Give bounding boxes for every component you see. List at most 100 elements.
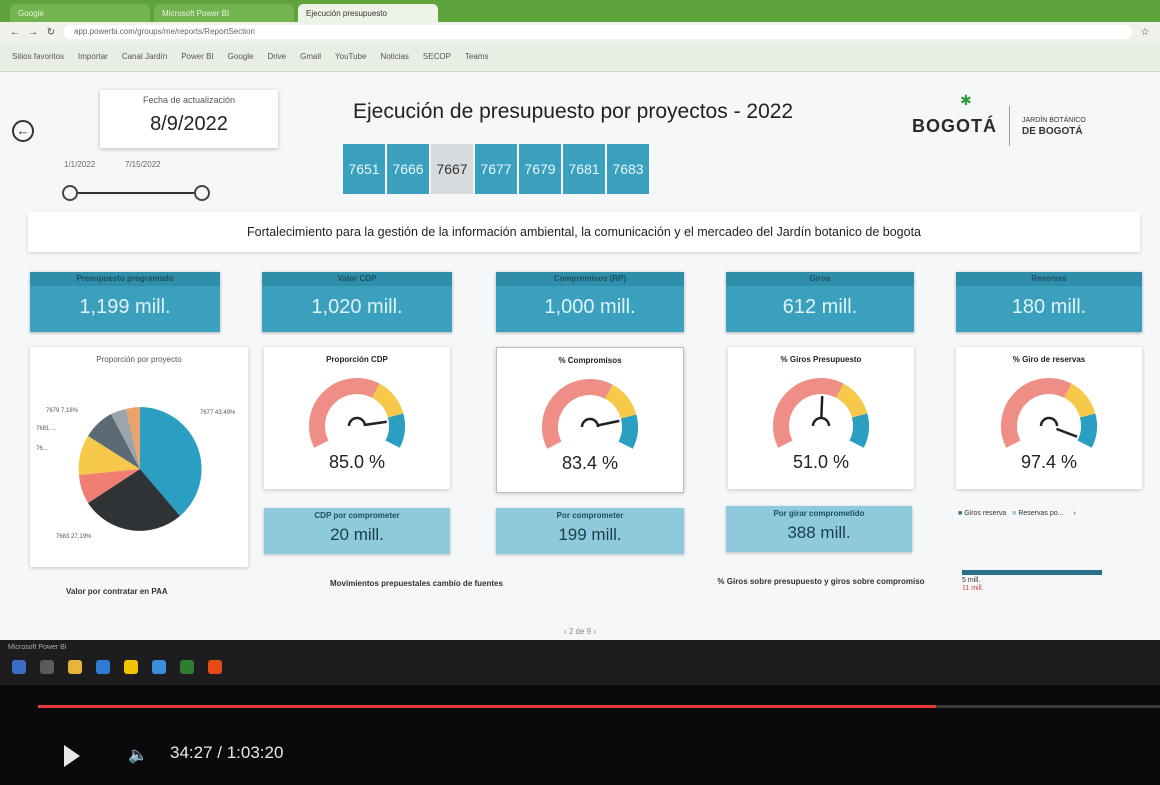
- gauge-hub: [1039, 416, 1059, 427]
- excel-icon[interactable]: [180, 660, 194, 674]
- bookmark[interactable]: Noticias: [380, 52, 408, 61]
- date-slider-track[interactable]: [70, 192, 202, 194]
- address-bar-row: ← → ↻ app.powerbi.com/groups/me/reports/…: [0, 22, 1160, 42]
- kpi-label: Por girar comprometido: [773, 509, 865, 518]
- project-code-button[interactable]: 7679: [519, 144, 561, 194]
- bookmark[interactable]: Importar: [78, 52, 108, 61]
- windows-start-icon[interactable]: [12, 660, 26, 674]
- kpi-value: 1,199 mill.: [79, 296, 171, 318]
- gauge-band: [604, 384, 637, 420]
- logo-word: BOGOTÁ: [912, 115, 997, 136]
- gauge-band: [835, 383, 868, 419]
- outlook-icon[interactable]: [152, 660, 166, 674]
- more-arrow-icon[interactable]: ›: [1073, 510, 1075, 517]
- window-title: Microsoft Power BI: [8, 644, 67, 651]
- page-navigator[interactable]: ‹ 2 de 9 ›: [0, 627, 1160, 636]
- forward-arrow-icon[interactable]: →: [28, 27, 38, 38]
- search-icon[interactable]: [40, 660, 54, 674]
- gauge-band: [1001, 378, 1072, 448]
- reserve-bar[interactable]: [962, 570, 1102, 575]
- gauge-needle: [1056, 427, 1078, 438]
- update-date-value: 8/9/2022: [150, 113, 228, 135]
- gauge-band: [618, 414, 638, 449]
- section-label: Movimientos prepuestales cambio de fuent…: [330, 579, 503, 588]
- bookmark[interactable]: Gmail: [300, 52, 321, 61]
- bookmark[interactable]: Teams: [465, 52, 489, 61]
- volume-icon[interactable]: 🔈: [128, 745, 148, 765]
- url-field[interactable]: app.powerbi.com/groups/me/reports/Report…: [64, 25, 1132, 39]
- pie-chart-title: Proporción por proyecto: [96, 355, 182, 364]
- browser-tab[interactable]: Microsoft Power BI: [154, 4, 294, 22]
- reload-icon[interactable]: ↻: [46, 27, 56, 38]
- date-slider-start-handle[interactable]: [62, 185, 78, 201]
- gauge-title: % Compromisos: [558, 356, 622, 365]
- back-arrow-icon: ←: [16, 123, 30, 138]
- update-date-label: Fecha de actualización: [142, 95, 236, 105]
- pie-chart[interactable]: 7679 7,18% 7677 43,49% 7681 ... 76... 76…: [30, 364, 248, 554]
- kpi-label: Giros: [726, 272, 914, 286]
- chrome-icon[interactable]: [208, 660, 222, 674]
- kpi-label: Presupuesto programado: [30, 272, 220, 286]
- gauge-chart[interactable]: [956, 364, 1142, 452]
- pie-label: 7679 7,18%: [46, 408, 79, 414]
- gauge-chart[interactable]: [497, 365, 683, 453]
- project-code-button[interactable]: 7651: [343, 144, 385, 194]
- browser-tab[interactable]: Google: [10, 4, 150, 22]
- project-code-button-selected[interactable]: 7667: [431, 144, 473, 194]
- back-button[interactable]: ←: [12, 120, 34, 142]
- bookmark[interactable]: SECOP: [423, 52, 451, 61]
- update-date-card: Fecha de actualización 8/9/2022: [100, 90, 278, 148]
- section-label: Valor por contratar en PAA: [66, 587, 168, 596]
- project-code-button[interactable]: 7681: [563, 144, 605, 194]
- slider-start-date: 1/1/2022: [64, 160, 96, 169]
- video-progress-track[interactable]: [38, 705, 1160, 708]
- gauge-band: [1063, 383, 1096, 419]
- kpi-label: Compromisos (RP): [496, 272, 684, 286]
- kpi-presupuesto: Presupuesto programado 1,199 mill.: [30, 272, 220, 332]
- star-icon[interactable]: ☆: [1140, 27, 1150, 38]
- date-slider-end-handle[interactable]: [194, 185, 210, 201]
- bookmark[interactable]: Power BI: [181, 52, 213, 61]
- project-code-button[interactable]: 7677: [475, 144, 517, 194]
- kpi-valor-cdp: Valor CDP 1,020 mill.: [262, 272, 452, 332]
- kpi-value: 1,000 mill.: [544, 296, 636, 318]
- kpi-label: Reservas: [956, 272, 1142, 286]
- gauge-card-compromisos: % Compromisos 83.4 %: [496, 347, 684, 493]
- gauge-band: [1077, 413, 1097, 448]
- kpi-label: Valor CDP: [262, 272, 452, 286]
- gauge-band: [773, 378, 844, 448]
- gauge-chart[interactable]: [264, 364, 450, 452]
- gauge-chart[interactable]: [728, 364, 914, 452]
- section-label: % Giros sobre presupuesto y giros sobre …: [717, 577, 925, 586]
- bookmark[interactable]: Drive: [267, 52, 286, 61]
- browser-tab-active[interactable]: Ejecución presupuesto: [298, 4, 438, 22]
- kpi-giros: Giros 612 mill.: [726, 272, 914, 332]
- gauge-hub: [580, 417, 600, 428]
- back-arrow-icon[interactable]: ←: [10, 27, 20, 38]
- video-progress-fill: [38, 705, 936, 708]
- kpi-label: CDP por comprometer: [314, 511, 400, 520]
- pie-label: 7681 ...: [36, 426, 56, 432]
- bookmark[interactable]: Canal Jardín: [122, 52, 167, 61]
- edge-icon[interactable]: [96, 660, 110, 674]
- leaf-icon: ✱: [960, 92, 972, 108]
- project-code-button[interactable]: 7683: [607, 144, 649, 194]
- bar-value: 11 mill.: [962, 585, 984, 592]
- kpi-value: 612 mill.: [782, 296, 858, 318]
- folder-icon[interactable]: [68, 660, 82, 674]
- bookmark[interactable]: Sitios favoritos: [12, 52, 64, 61]
- gauge-card-giros: % Giros Presupuesto 51.0 %: [728, 347, 914, 489]
- gauge-card-cdp: Proporción CDP 85.0 %: [264, 347, 450, 489]
- logo-divider: [1009, 106, 1010, 146]
- bookmark[interactable]: YouTube: [335, 52, 366, 61]
- project-name: Fortalecimiento para la gestión de la in…: [28, 212, 1140, 252]
- project-code-button[interactable]: 7666: [387, 144, 429, 194]
- gauge-title: % Giros Presupuesto: [780, 355, 862, 364]
- kpi-reservas: Reservas 180 mill.: [956, 272, 1142, 332]
- browser-tab-bar: Google Microsoft Power BI Ejecución pres…: [0, 0, 1160, 22]
- bookmark[interactable]: Google: [228, 52, 254, 61]
- powerbi-icon[interactable]: [124, 660, 138, 674]
- kpi-value: 180 mill.: [1011, 296, 1087, 318]
- play-icon[interactable]: [64, 745, 80, 767]
- gauge-band: [542, 379, 613, 449]
